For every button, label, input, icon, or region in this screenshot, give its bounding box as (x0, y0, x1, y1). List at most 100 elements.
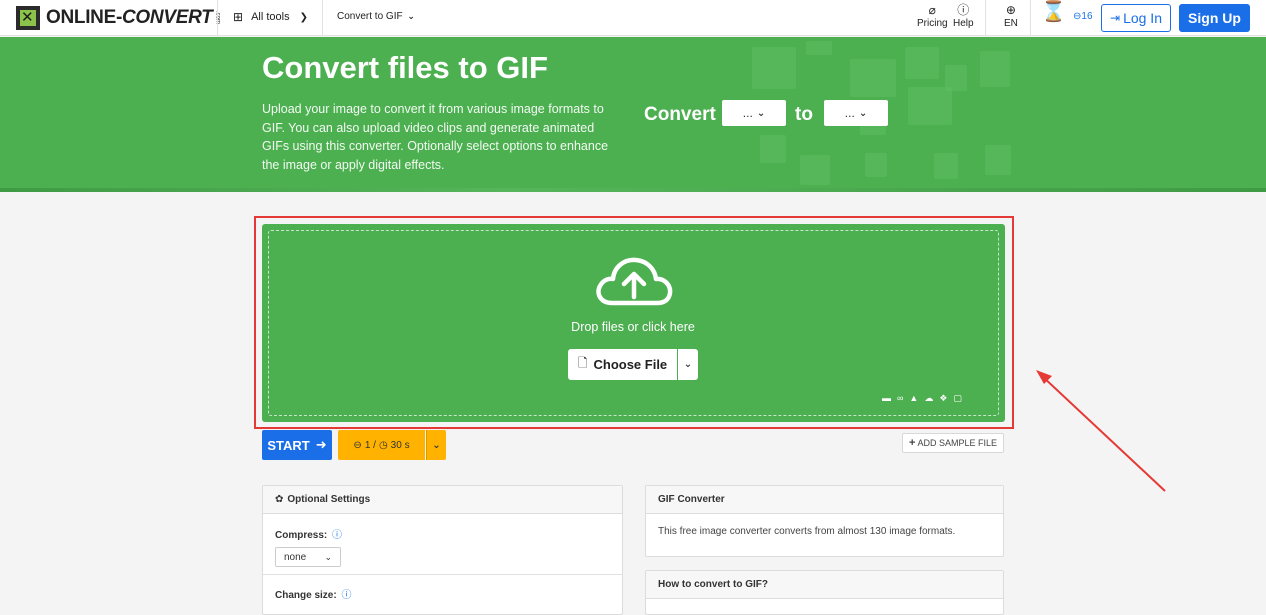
google-drive-icon[interactable]: ▲ (909, 393, 918, 404)
envelope-bg-icon (752, 47, 796, 89)
gif-converter-header: GIF Converter (646, 486, 1003, 514)
onedrive-icon[interactable]: ☁ (924, 393, 933, 404)
compress-select[interactable]: none ⌄ (275, 547, 341, 567)
pricing-label: Pricing (917, 18, 948, 29)
tag-icon: ⌀ (928, 3, 936, 17)
header-divider (1030, 0, 1031, 36)
start-button[interactable]: START ➜ (262, 430, 332, 460)
file-plus-icon: 🗋 (577, 356, 588, 370)
upload-source-icons: ▬ ∞ ▲ ☁ ❖ ▢ (882, 393, 962, 404)
header-divider (985, 0, 986, 36)
optional-settings-title: Optional Settings (287, 494, 371, 505)
how-to-convert-header: How to convert to GIF? (646, 571, 1003, 599)
credits-value: 16 (1081, 11, 1093, 22)
add-sample-file-button[interactable]: + ADD SAMPLE FILE (902, 433, 1004, 453)
signup-label: Sign Up (1188, 10, 1241, 26)
compress-label: Compress: (275, 530, 328, 541)
clock-icon: ◷ (378, 439, 388, 451)
hero-bottom-border (0, 188, 1266, 192)
file-bg-icon (806, 41, 832, 55)
change-size-label: Change size: (275, 590, 337, 601)
line-chart-bg-icon (800, 155, 830, 185)
pricing-link[interactable]: ⌀ Pricing (917, 4, 948, 30)
grid-icon: ⊞ (233, 10, 244, 24)
convert-to-gif-menu[interactable]: Convert to GIF ⌄ (337, 11, 415, 22)
info-icon[interactable]: ⓘ (332, 530, 342, 541)
file-bg-icon (934, 153, 958, 179)
png-bg-icon (760, 135, 786, 163)
folder-icon[interactable]: ▬ (882, 393, 891, 404)
compress-value: none (284, 551, 307, 563)
credits-counter[interactable]: ⊖16 (1073, 11, 1093, 22)
target-format-value: ... (844, 106, 855, 120)
language-label: EN (1004, 18, 1018, 29)
logo-text: ONLINE-CONVERT (46, 7, 213, 28)
add-sample-label: ADD SAMPLE FILE (917, 438, 997, 448)
optional-settings-header[interactable]: ✿ Optional Settings (263, 486, 622, 514)
top-navigation-bar: ONLINE-CONVERT .com ⊞ All tools ❯ Conver… (0, 0, 1266, 36)
time-estimate: 30 s (390, 439, 410, 451)
chevron-down-icon: ⌄ (324, 551, 332, 562)
login-button[interactable]: ⇥ Log In (1101, 4, 1171, 32)
globe-icon: ⊕ (1005, 3, 1016, 17)
login-label: Log In (1123, 10, 1162, 26)
chevron-down-icon: ⌄ (407, 11, 415, 21)
link-icon[interactable]: ∞ (897, 393, 903, 404)
credit-count: 1 / (364, 439, 376, 451)
choose-file-dropdown[interactable]: ⌄ (678, 349, 698, 380)
drop-files-text: Drop files or click here (571, 320, 695, 334)
logo-icon (16, 6, 40, 30)
header-divider (322, 0, 323, 36)
pdf-bg-icon (908, 87, 952, 125)
plus-icon: + (909, 437, 916, 449)
compress-field-label: Compress: ⓘ (275, 526, 610, 541)
help-link[interactable]: ⓘ Help (953, 4, 974, 30)
gif-converter-panel: GIF Converter This free image converter … (645, 485, 1004, 557)
history-clipboard-icon[interactable]: ⌛ (1041, 2, 1066, 22)
target-format-select[interactable]: ... ⌄ (824, 100, 888, 126)
choose-file-button[interactable]: 🗋 Choose File (568, 349, 677, 380)
site-logo[interactable]: ONLINE-CONVERT .com (16, 6, 220, 30)
credit-info-button[interactable]: ⊖ 1 / ◷ 30 s (338, 430, 425, 460)
clipboard-icon[interactable]: ▢ (953, 393, 962, 404)
credit-info-dropdown[interactable]: ⌄ (426, 430, 446, 460)
all-tools-label: All tools (251, 11, 290, 23)
chevron-down-icon: ⌄ (432, 439, 441, 451)
source-format-value: ... (742, 106, 753, 120)
source-format-select[interactable]: ... ⌄ (722, 100, 786, 126)
chevron-down-icon: ⌄ (683, 359, 693, 370)
to-label: to (795, 104, 813, 125)
all-tools-menu[interactable]: ⊞ All tools ❯ (233, 10, 308, 24)
signup-button[interactable]: Sign Up (1179, 4, 1250, 32)
help-label: Help (953, 18, 974, 29)
how-to-convert-panel: How to convert to GIF? (645, 570, 1004, 615)
chevron-down-icon: ⌄ (858, 107, 868, 119)
optional-settings-panel: ✿ Optional Settings Compress: ⓘ none ⌄ C… (262, 485, 623, 615)
annotation-arrow-icon (1036, 370, 1166, 492)
page-description: Upload your image to convert it from var… (262, 102, 609, 172)
question-icon: ⓘ (957, 3, 970, 17)
language-selector[interactable]: ⊕ EN (1004, 4, 1018, 30)
file-bg-icon (985, 145, 1011, 175)
cloud-upload-icon (596, 257, 673, 306)
header-divider (217, 0, 218, 36)
convert-to-gif-label: Convert to GIF (337, 11, 403, 22)
login-icon: ⇥ (1110, 11, 1121, 25)
start-label: START (267, 437, 310, 453)
hero-banner (0, 37, 1266, 191)
choose-file-label: Choose File (593, 357, 668, 372)
chevron-down-icon: ⌄ (756, 107, 766, 119)
chart-bg-icon (980, 51, 1010, 87)
chevron-down-icon: ❯ (299, 11, 308, 23)
page-title: Convert files to GIF (262, 50, 548, 85)
optional-settings-body: Compress: ⓘ none ⌄ (263, 514, 622, 579)
gif-converter-body: This free image converter converts from … (658, 526, 956, 537)
arrow-right-icon: ➜ (315, 437, 327, 452)
jpg-bg-icon (850, 59, 896, 97)
change-size-field-label: Change size: ⓘ (275, 586, 351, 601)
file-bg-icon (865, 153, 887, 177)
gear-icon: ✿ (275, 494, 284, 505)
info-icon[interactable]: ⓘ (341, 590, 351, 601)
coin-icon: ⊖ (353, 439, 362, 451)
dropbox-icon[interactable]: ❖ (939, 393, 947, 404)
